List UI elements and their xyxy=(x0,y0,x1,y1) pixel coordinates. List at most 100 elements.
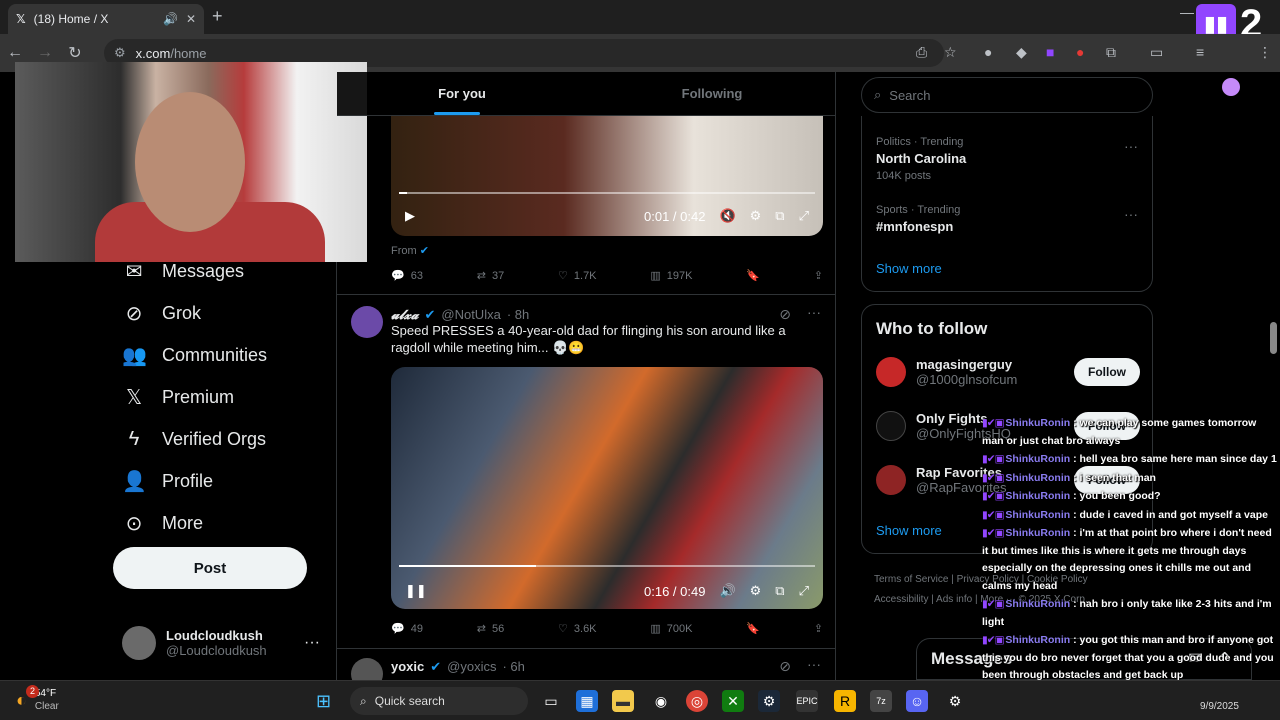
like-button[interactable]: ♡ 1.7K xyxy=(558,269,597,283)
video-progress-track[interactable] xyxy=(399,192,815,194)
app-icon[interactable]: ◉ xyxy=(650,690,672,712)
quick-search-input[interactable]: ⌕ Quick search xyxy=(350,687,528,715)
follow-button[interactable]: Follow xyxy=(1074,358,1140,386)
epic-games-icon[interactable]: EPIC xyxy=(796,690,818,712)
tab-for-you[interactable]: For you xyxy=(337,72,587,115)
video-player[interactable]: ▶ 0:01 / 0:42 🔇 ⚙ ⧉ ⤢ xyxy=(391,116,823,236)
reply-button[interactable]: 💬 63 xyxy=(391,269,423,283)
close-icon[interactable]: ✕ xyxy=(186,12,196,26)
discord-icon[interactable]: ☺ xyxy=(906,690,928,712)
fullscreen-icon[interactable]: ⤢ xyxy=(799,208,809,224)
new-tab-button[interactable]: + xyxy=(212,6,223,27)
chat-username: ShinkuRonin xyxy=(1005,508,1071,521)
grok-icon[interactable]: ⊘ xyxy=(779,306,791,323)
share-icon[interactable]: ⇪ xyxy=(814,622,823,635)
browser-menu-icon[interactable]: ⋮ xyxy=(1258,44,1272,61)
tweet-author-name[interactable]: 𝓾𝓵𝔁𝓪 xyxy=(391,307,418,323)
trend-item[interactable]: Politics · Trending North Carolina 104K … xyxy=(876,136,966,182)
tweet-more-icon[interactable]: ··· xyxy=(807,656,821,672)
tweet-avatar[interactable] xyxy=(351,658,383,680)
repost-button[interactable]: ⇄ 37 xyxy=(477,269,504,283)
views-button[interactable]: ▥ 700K xyxy=(650,622,692,636)
follow-suggestion[interactable]: magasingerguy @1000glnsofcum Follow xyxy=(876,357,1140,387)
trend-item[interactable]: Sports · Trending #mnfonespn xyxy=(876,204,960,234)
sidebar-item-verified-orgs[interactable]: ϟ Verified Orgs xyxy=(112,418,336,460)
sidebar-item-premium[interactable]: 𝕏 Premium xyxy=(112,376,336,418)
share-icon[interactable]: ⇪ xyxy=(814,269,823,282)
show-more-link[interactable]: Show more xyxy=(876,523,942,538)
install-app-icon[interactable]: ⎙ xyxy=(916,44,927,61)
bookmark-icon[interactable]: 🔖 xyxy=(746,622,760,635)
post-button[interactable]: Post xyxy=(113,547,307,589)
side-panel-icon[interactable]: ▭ xyxy=(1150,44,1163,61)
store-icon[interactable]: ▦ xyxy=(576,690,598,712)
chat-separator: : xyxy=(1070,634,1080,646)
sidebar-item-more[interactable]: ⊙ More xyxy=(112,502,336,544)
tweet-time[interactable]: · 6h xyxy=(502,659,524,675)
extension-red-icon[interactable]: ● xyxy=(1076,44,1084,60)
account-switcher[interactable]: Loudcloudkush @Loudcloudkush xyxy=(122,626,267,660)
video-player[interactable]: ❚❚ 0:16 / 0:49 🔊 ⚙ ⧉ ⤢ xyxy=(391,367,823,609)
picture-in-picture-icon[interactable]: ⧉ xyxy=(775,583,784,599)
trend-more-icon[interactable]: ··· xyxy=(1124,206,1138,222)
tab-following[interactable]: Following xyxy=(587,72,835,115)
weather-widget[interactable]: ◐ 2 54°F Clear xyxy=(16,685,59,713)
tweet-avatar[interactable] xyxy=(351,306,383,338)
sidebar-item-messages[interactable]: ✉ Messages xyxy=(112,250,336,292)
minimize-button[interactable]: — xyxy=(1180,4,1194,20)
grok-icon[interactable]: ⊘ xyxy=(779,658,791,675)
trend-more-icon[interactable]: ··· xyxy=(1124,138,1138,154)
extensions-puzzle-icon[interactable]: ⧉ xyxy=(1106,44,1116,61)
chrome-icon[interactable]: ◎ xyxy=(686,690,708,712)
sidebar-item-communities[interactable]: 👥 Communities xyxy=(112,334,336,376)
fullscreen-icon[interactable]: ⤢ xyxy=(799,583,809,599)
tweet-time[interactable]: · 8h xyxy=(507,307,529,323)
7zip-icon[interactable]: 7z xyxy=(870,690,892,712)
repost-button[interactable]: ⇄ 56 xyxy=(477,622,504,636)
pause-icon[interactable]: ❚❚ xyxy=(405,583,427,599)
twitch-extension-icon[interactable]: ■ xyxy=(1046,44,1054,60)
browser-tab[interactable]: 𝕏 (18) Home / X 🔊 ✕ xyxy=(8,4,204,34)
volume-icon[interactable]: 🔊 xyxy=(719,583,735,599)
tweet-author-name[interactable]: yoxic xyxy=(391,659,424,675)
tweet-more-icon[interactable]: ··· xyxy=(807,304,821,320)
account-more-icon[interactable]: ··· xyxy=(304,634,320,652)
xbox-icon[interactable]: ✕ xyxy=(722,690,744,712)
rockstar-icon[interactable]: R xyxy=(834,690,856,712)
windows-start-icon[interactable]: ⊞ xyxy=(316,691,331,712)
bookmark-star-icon[interactable]: ☆ xyxy=(944,44,957,61)
task-view-icon[interactable]: ▭ xyxy=(540,690,562,712)
extension-color-icon[interactable]: ● xyxy=(984,44,992,60)
settings-gear-icon[interactable]: ⚙ xyxy=(944,690,966,712)
views-button[interactable]: ▥ 197K xyxy=(650,269,692,283)
forward-icon[interactable]: → xyxy=(30,44,60,62)
settings-gear-icon[interactable]: ⚙ xyxy=(750,208,762,224)
tweet-actions: 💬 63 ⇄ 37 ♡ 1.7K ▥ 197K 🔖 ⇪ xyxy=(391,269,823,283)
search-input[interactable]: ⌕ Search xyxy=(861,77,1153,113)
video-progress-track[interactable] xyxy=(399,565,815,567)
show-more-link[interactable]: Show more xyxy=(876,261,942,276)
like-button[interactable]: ♡ 3.6K xyxy=(558,622,597,636)
file-explorer-icon[interactable]: ▬ xyxy=(612,690,634,712)
scrollbar-thumb[interactable] xyxy=(1270,322,1277,354)
sidebar-item-profile[interactable]: 👤 Profile xyxy=(112,460,336,502)
tweet-author-handle[interactable]: @NotUlxa xyxy=(441,307,500,323)
mute-icon[interactable]: 🔇 xyxy=(719,208,735,224)
reply-button[interactable]: 💬 49 xyxy=(391,622,423,636)
chat-separator: : xyxy=(1070,471,1080,484)
picture-in-picture-icon[interactable]: ⧉ xyxy=(775,208,784,224)
reload-icon[interactable]: ↻ xyxy=(60,43,90,63)
settings-gear-icon[interactable]: ⚙ xyxy=(750,583,762,599)
steam-icon[interactable]: ⚙ xyxy=(758,690,780,712)
sidebar-item-grok[interactable]: ⊘ Grok xyxy=(112,292,336,334)
site-info-icon[interactable]: ⚙ xyxy=(114,45,126,61)
play-icon[interactable]: ▶ xyxy=(405,208,415,224)
tweet-author-handle[interactable]: @yoxics xyxy=(447,659,496,675)
extension-diamond-icon[interactable]: ◆ xyxy=(1016,44,1027,61)
back-icon[interactable]: ← xyxy=(0,44,30,62)
profile-avatar[interactable] xyxy=(1222,78,1240,96)
speaker-icon[interactable]: 🔊 xyxy=(163,12,178,26)
media-queue-icon[interactable]: ≡ xyxy=(1196,44,1204,60)
chat-username: ShinkuRonin xyxy=(1005,598,1071,610)
bookmark-icon[interactable]: 🔖 xyxy=(746,269,760,282)
